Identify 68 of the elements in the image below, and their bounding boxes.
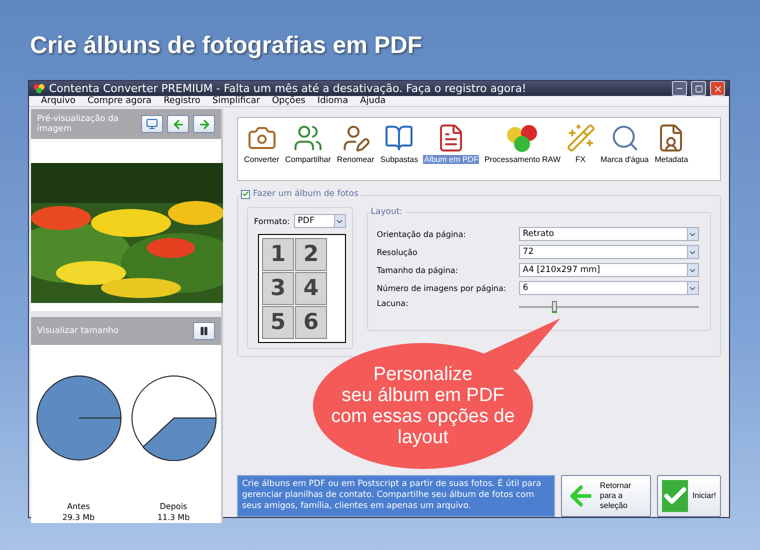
toolbar-button[interactable]: Metadata: [652, 123, 692, 164]
start-button[interactable]: Iniciar!: [657, 475, 721, 517]
app-logo-icon: [33, 83, 45, 94]
minimize-button[interactable]: [672, 81, 687, 96]
check-icon: [662, 480, 688, 512]
close-button[interactable]: [710, 81, 725, 96]
field-label: Resolução: [376, 248, 418, 256]
pause-icon: [199, 326, 209, 336]
field-label: Orientação da página:: [376, 230, 467, 238]
toolbar-button[interactable]: Processamento RAW: [481, 123, 564, 164]
menu-item[interactable]: Ajuda: [354, 96, 392, 106]
people-icon: [293, 123, 324, 153]
magnifier-icon: [610, 123, 640, 153]
person-pen-icon: [340, 123, 371, 153]
dropdown-field[interactable]: 6: [518, 281, 699, 295]
grid-number: 3: [262, 272, 294, 305]
checkbox-label: Fazer um álbum de fotos: [253, 189, 358, 199]
back-button[interactable]: Retornar para a seleção: [561, 475, 651, 517]
checkbox[interactable]: [241, 190, 250, 198]
window-title: Contenta Converter PREMIUM - Falta um mês até a desativação. Faça o registro agora!: [49, 82, 528, 95]
size-caption: Antes 29.3 Mb: [62, 501, 95, 523]
menu-item[interactable]: Arquivo: [35, 96, 82, 106]
menu-item[interactable]: Registro: [158, 96, 206, 106]
field-label: Tamanho da página:: [376, 266, 459, 274]
arrow-left-icon: [172, 118, 184, 130]
description-text: Crie álbuns em PDF ou em Postscript a partir de suas fotos. É útil para gerenciar planilhas de contato. Compartilhe seu álbum de fotos com seus amigos, família, clientes em apenas um arquivo.: [237, 475, 555, 517]
panel-title: Pré-visualização da imagem: [37, 114, 120, 134]
next-button[interactable]: [193, 115, 215, 133]
headline: Crie álbuns de fotografias em PDF: [30, 32, 422, 61]
menu-item[interactable]: Compre agora: [81, 96, 158, 106]
format-label: Formato:: [254, 216, 290, 226]
pause-button[interactable]: [193, 322, 215, 340]
book-icon: [384, 123, 414, 153]
panel-title: Visualizar tamanho: [37, 326, 120, 336]
toolbar-button[interactable]: FX: [564, 123, 598, 164]
balls-icon: [505, 123, 540, 153]
toolbar-button[interactable]: Renomear: [334, 123, 378, 164]
menu-item[interactable]: Idioma: [311, 96, 354, 106]
menu-item[interactable]: Opções: [266, 96, 312, 106]
grid-number: 4: [295, 272, 327, 305]
close-icon: [712, 84, 722, 94]
format-dropdown[interactable]: PDF: [294, 214, 346, 228]
toolbar-button[interactable]: Marca d'água: [598, 123, 652, 164]
dropdown-field[interactable]: Retrato: [518, 227, 699, 241]
layout-title: Layout:: [370, 207, 403, 217]
slider-thumb[interactable]: [552, 300, 557, 312]
dropdown-field[interactable]: 72: [518, 245, 699, 259]
toolbar-button[interactable]: Converter: [241, 123, 282, 164]
grid-number: 5: [262, 306, 294, 339]
wand-icon: [566, 123, 596, 153]
toolbar-button[interactable]: Compartilhar: [282, 123, 334, 164]
grid-number: 6: [295, 306, 327, 339]
menu-item[interactable]: Simplificar: [206, 96, 266, 106]
toolbar-button[interactable]: Subpastas: [377, 123, 422, 164]
field-label: Número de imagens por página:: [376, 284, 508, 292]
size-caption: Depois 11.3 Mb: [157, 501, 190, 523]
callout-text: Personalize seu álbum em PDF com essas opções de layout: [331, 364, 515, 448]
field-label: Lacuna:: [376, 299, 410, 308]
grid-number: 2: [295, 238, 327, 271]
monitor-icon: [146, 118, 158, 130]
previous-button[interactable]: [167, 115, 189, 133]
grid-number: 1: [262, 238, 294, 271]
arrow-right-icon: [198, 118, 210, 130]
maximize-button[interactable]: [691, 81, 706, 96]
dropdown-field[interactable]: A4 [210x297 mm]: [518, 263, 699, 277]
monitor-button[interactable]: [141, 115, 163, 133]
maximize-icon: [694, 84, 702, 92]
check-icon: [242, 190, 249, 198]
